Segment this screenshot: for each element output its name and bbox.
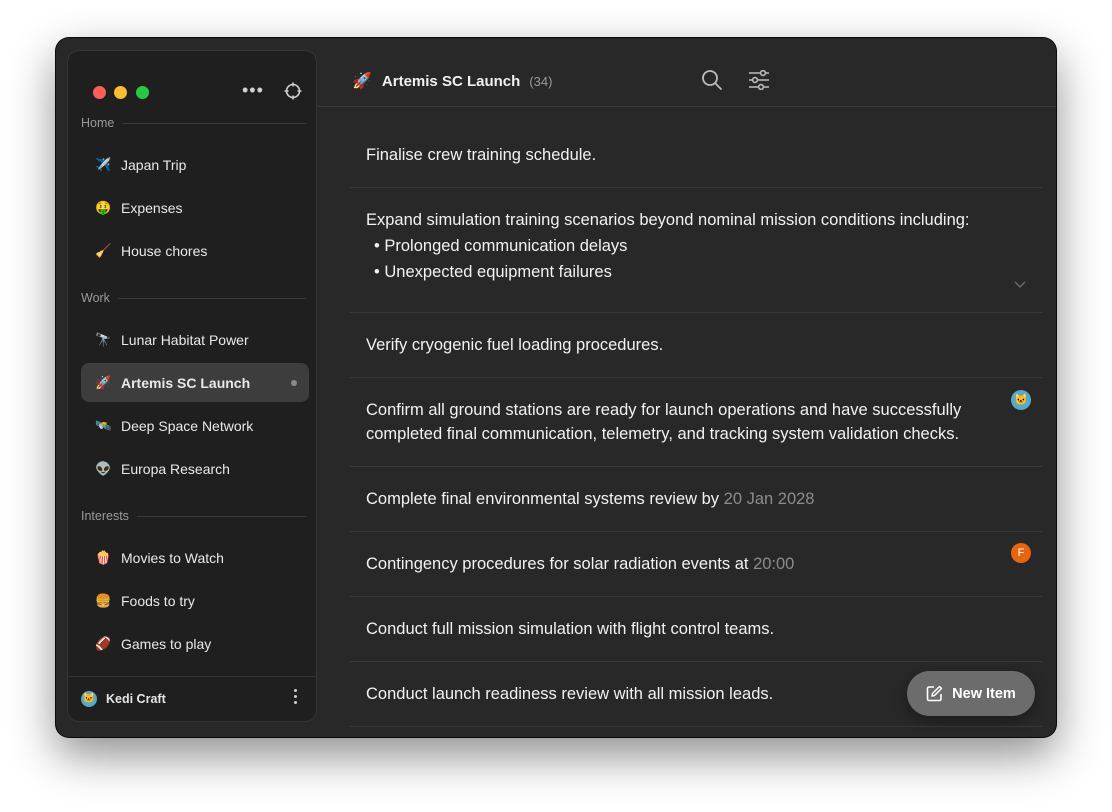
airplane-icon: ✈️ — [95, 156, 112, 172]
sidebar-item-europa-research[interactable]: 👽 Europa Research — [81, 449, 309, 488]
sidebar-item-japan-trip[interactable]: ✈️ Japan Trip — [81, 145, 309, 184]
item-text-block: Complete final environmental systems rev… — [366, 487, 815, 511]
sidebar-item-foods-to-try[interactable]: 🍔 Foods to try — [81, 581, 309, 620]
sidebar-item-label: Lunar Habitat Power — [121, 331, 249, 348]
list-item[interactable]: Expand simulation training scenarios bey… — [350, 188, 1042, 313]
list-item[interactable]: Confirm all ground stations are ready fo… — [350, 378, 1042, 467]
avatar[interactable]: F — [1011, 543, 1031, 563]
section-header-work: Work — [81, 291, 306, 305]
sidebar-item-label: Europa Research — [121, 460, 230, 477]
item-text: Conduct launch readiness review with all… — [366, 685, 774, 703]
section-header-home: Home — [81, 116, 306, 130]
sidebar: ••• Home ✈️ Japan Trip 🤑 Expenses 🧹 Hous… — [67, 50, 317, 722]
compose-icon — [926, 685, 943, 702]
zoom-window-button[interactable] — [136, 86, 149, 99]
item-text-block: Confirm all ground stations are ready fo… — [366, 398, 961, 446]
account-name[interactable]: Kedi Craft — [106, 692, 166, 706]
chevron-down-icon[interactable] — [1014, 281, 1026, 289]
burger-icon: 🍔 — [95, 592, 112, 608]
football-icon: 🏈 — [95, 635, 112, 651]
list-item[interactable]: Contingency procedures for solar radiati… — [350, 532, 1042, 597]
sliders-icon[interactable] — [748, 70, 770, 90]
money-face-icon: 🤑 — [95, 199, 112, 215]
app-window: ••• Home ✈️ Japan Trip 🤑 Expenses 🧹 Hous… — [56, 38, 1056, 737]
section-label: Interests — [81, 509, 129, 523]
close-window-button[interactable] — [93, 86, 106, 99]
satellite-icon: 🛰️ — [95, 417, 112, 433]
section-header-interests: Interests — [81, 509, 306, 523]
section-label: Home — [81, 116, 115, 130]
sidebar-item-expenses[interactable]: 🤑 Expenses — [81, 188, 309, 227]
sidebar-item-house-chores[interactable]: 🧹 House chores — [81, 231, 309, 270]
page-title: 🚀 Artemis SC Launch (34) — [352, 71, 552, 91]
item-text-block: Contingency procedures for solar radiati… — [366, 552, 794, 576]
vertical-ellipsis-icon[interactable] — [294, 689, 298, 707]
list-header: 🚀 Artemis SC Launch (34) — [318, 38, 1056, 107]
sidebar-item-label: Games to play — [121, 635, 212, 652]
sidebar-item-deep-space-network[interactable]: 🛰️ Deep Space Network — [81, 406, 309, 445]
bullet-item: • Prolonged communication delays — [374, 237, 628, 255]
avatar[interactable]: 🐱 — [1011, 390, 1031, 410]
item-text: Confirm all ground stations are ready fo… — [366, 401, 962, 419]
sidebar-item-games-to-play[interactable]: 🏈 Games to play — [81, 624, 309, 663]
sidebar-item-artemis-sc-launch[interactable]: 🚀 Artemis SC Launch — [81, 363, 309, 402]
item-text: completed final communication, telemetry… — [366, 425, 960, 443]
due-time: 20:00 — [753, 555, 795, 573]
crosshair-icon[interactable] — [284, 82, 302, 100]
avatar[interactable]: 🐱 — [81, 691, 97, 707]
sidebar-item-label: Deep Space Network — [121, 417, 254, 434]
active-indicator-dot — [291, 379, 297, 386]
sidebar-item-label: House chores — [121, 242, 208, 259]
account-footer: 🐱 Kedi Craft — [68, 676, 316, 721]
list-name: Artemis SC Launch — [381, 72, 521, 90]
item-text-block: Expand simulation training scenarios bey… — [366, 208, 970, 286]
rocket-icon: 🚀 — [352, 73, 372, 90]
popcorn-icon: 🍿 — [95, 549, 112, 565]
new-item-label: New Item — [952, 685, 1016, 702]
rocket-icon: 🚀 — [95, 374, 112, 390]
item-text: Complete final environmental systems rev… — [366, 490, 720, 508]
item-count: (34) — [529, 73, 553, 89]
item-text: Finalise crew training schedule. — [366, 146, 597, 164]
ellipsis-icon[interactable]: ••• — [242, 80, 264, 101]
list-item[interactable]: Finalise crew training schedule. — [350, 123, 1042, 188]
list-item[interactable]: Conduct full mission simulation with fli… — [350, 597, 1042, 662]
section-label: Work — [81, 291, 110, 305]
sidebar-item-label: Foods to try — [121, 592, 195, 609]
list-item[interactable]: Complete final environmental systems rev… — [350, 467, 1042, 532]
bullet-item: • Unexpected equipment failures — [374, 263, 612, 281]
alien-icon: 👽 — [95, 460, 112, 476]
list-item[interactable]: Verify cryogenic fuel loading procedures… — [350, 313, 1042, 378]
new-item-button[interactable]: New Item — [907, 671, 1035, 716]
sidebar-item-movies-to-watch[interactable]: 🍿 Movies to Watch — [81, 538, 309, 577]
sidebar-item-label: Japan Trip — [121, 156, 187, 173]
telescope-icon: 🔭 — [95, 331, 112, 347]
item-text: Expand simulation training scenarios bey… — [366, 211, 970, 229]
sidebar-item-label: Artemis SC Launch — [121, 374, 251, 391]
item-text: Conduct full mission simulation with fli… — [366, 620, 775, 638]
sidebar-item-lunar-habitat-power[interactable]: 🔭 Lunar Habitat Power — [81, 320, 309, 359]
item-text: Contingency procedures for solar radiati… — [366, 555, 749, 573]
broom-icon: 🧹 — [95, 242, 112, 258]
due-date: 20 Jan 2028 — [723, 490, 815, 508]
sidebar-item-label: Movies to Watch — [121, 549, 224, 566]
search-icon[interactable] — [701, 69, 723, 91]
minimize-window-button[interactable] — [114, 86, 127, 99]
item-text: Verify cryogenic fuel loading procedures… — [366, 336, 664, 354]
sidebar-item-label: Expenses — [121, 199, 183, 216]
